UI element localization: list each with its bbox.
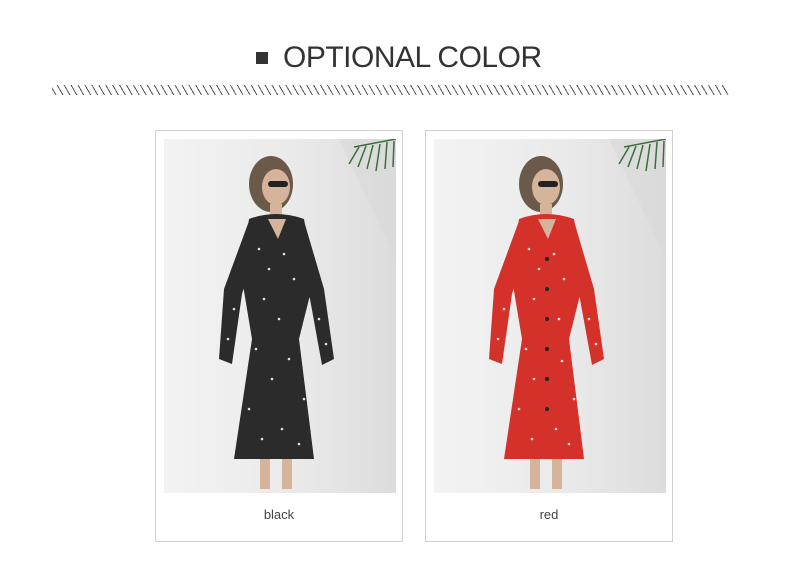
product-caption: black [263, 507, 295, 522]
product-card-black[interactable]: black [155, 130, 403, 542]
model-photo-red-dress [434, 139, 666, 493]
square-bullet-icon [256, 52, 268, 64]
hatched-divider [52, 85, 729, 95]
product-photo-red[interactable] [434, 139, 666, 493]
product-photo-black[interactable] [164, 139, 396, 493]
product-caption: red [539, 507, 559, 522]
product-card-red[interactable]: red [425, 130, 673, 542]
section-title: OPTIONAL COLOR [283, 41, 542, 74]
section-header: OPTIONAL COLOR [0, 38, 790, 78]
model-photo-black-dress [164, 139, 396, 493]
